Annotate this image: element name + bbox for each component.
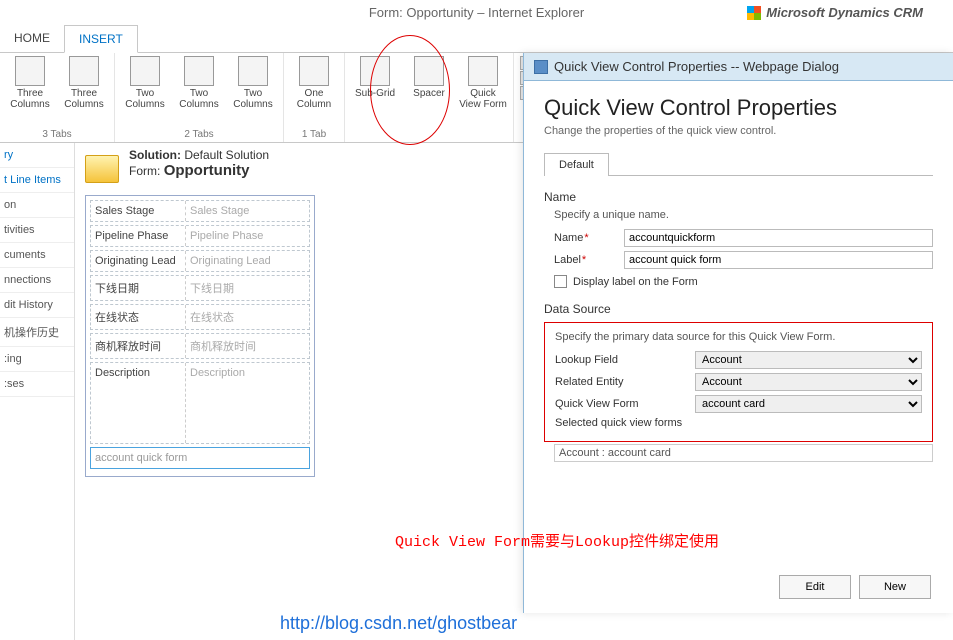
two-columns-button-2[interactable]: Two Columns — [175, 56, 223, 127]
name-helper: Specify a unique name. — [554, 209, 933, 221]
field-placeholder: Sales Stage — [186, 201, 309, 221]
nav-item[interactable]: dit History — [0, 293, 74, 318]
subgrid-button[interactable]: Sub-Grid — [351, 56, 399, 140]
datasource-box: Specify the primary data source for this… — [544, 322, 933, 442]
nav-item[interactable]: tivities — [0, 218, 74, 243]
ribbon-group-1tab: One Column 1 Tab — [284, 53, 345, 142]
two-cols-icon — [184, 56, 214, 86]
related-entity-select[interactable]: Account — [695, 373, 922, 391]
datasource-title: Data Source — [544, 302, 933, 316]
lookup-field-select[interactable]: Account — [695, 351, 922, 369]
annotation-red: Quick View Form需要与Lookup控件绑定使用 — [395, 530, 719, 551]
window-title: Form: Opportunity – Internet Explorer — [369, 5, 584, 20]
dialog-heading: Quick View Control Properties — [544, 95, 933, 121]
spacer-icon — [414, 56, 444, 86]
quick-view-dialog: Quick View Control Properties -- Webpage… — [523, 53, 953, 613]
dialog-titlebar: Quick View Control Properties -- Webpage… — [524, 53, 953, 81]
one-col-icon — [299, 56, 329, 86]
name-input[interactable] — [624, 229, 933, 247]
field-placeholder: 商机释放时间 — [186, 334, 309, 358]
qvf-icon — [468, 56, 498, 86]
spacer-button[interactable]: Spacer — [405, 56, 453, 140]
field-placeholder: Description — [186, 363, 309, 443]
group-label: 3 Tabs — [6, 129, 108, 140]
ms-logo-icon — [747, 6, 761, 20]
group-label: 2 Tabs — [121, 129, 277, 140]
qvf-placeholder-row[interactable]: account quick form — [90, 447, 310, 469]
ie-icon — [534, 60, 548, 74]
titlebar: Form: Opportunity – Internet Explorer Mi… — [0, 0, 953, 25]
quick-view-form-button[interactable]: Quick View Form — [459, 56, 507, 140]
nav-item[interactable]: ry — [0, 143, 74, 168]
nav-item[interactable]: nnections — [0, 268, 74, 293]
field-label: Description — [91, 363, 186, 443]
form-field-row[interactable]: Sales StageSales Stage — [90, 200, 310, 222]
group-label: 1 Tab — [290, 129, 338, 140]
qvf-placeholder: account quick form — [91, 448, 309, 468]
display-label-checkbox[interactable]: Display label on the Form — [554, 275, 933, 288]
label-input[interactable] — [624, 251, 933, 269]
grid-icon — [360, 56, 390, 86]
form-field-row[interactable]: Originating LeadOriginating Lead — [90, 250, 310, 272]
two-cols-icon — [238, 56, 268, 86]
qvf-select[interactable]: account card — [695, 395, 922, 413]
field-placeholder: 在线状态 — [186, 305, 309, 329]
two-columns-button[interactable]: Two Columns — [121, 56, 169, 127]
form-field-row[interactable]: 在线状态在线状态 — [90, 304, 310, 330]
field-placeholder: 下线日期 — [186, 276, 309, 300]
field-label: Sales Stage — [91, 201, 186, 221]
nav-item[interactable]: :ing — [0, 347, 74, 372]
field-label: Pipeline Phase — [91, 226, 186, 246]
ribbon-group-controls: Sub-Grid Spacer Quick View Form — [345, 53, 514, 142]
field-label: 下线日期 — [91, 276, 186, 300]
tab-default[interactable]: Default — [544, 153, 609, 176]
field-placeholder: Originating Lead — [186, 251, 309, 271]
form-field-row[interactable]: 下线日期下线日期 — [90, 275, 310, 301]
field-label: 商机释放时间 — [91, 334, 186, 358]
form-field-row[interactable]: Pipeline PhasePipeline Phase — [90, 225, 310, 247]
two-columns-button-3[interactable]: Two Columns — [229, 56, 277, 127]
selected-qvf-list[interactable]: Account : account card — [554, 444, 933, 462]
three-cols-icon — [15, 56, 45, 86]
name-section-title: Name — [544, 190, 933, 204]
three-columns-button[interactable]: Three Columns — [6, 56, 54, 127]
nav-item[interactable]: t Line Items — [0, 168, 74, 193]
ds-helper: Specify the primary data source for this… — [555, 331, 922, 343]
dialog-subtext: Change the properties of the quick view … — [544, 125, 933, 137]
field-placeholder: Pipeline Phase — [186, 226, 309, 246]
checkbox-icon — [554, 275, 567, 288]
ribbon-group-3tabs: Three Columns Three Columns 3 Tabs — [0, 53, 115, 142]
ribbon-group-2tabs: Two Columns Two Columns Two Columns 2 Ta… — [115, 53, 284, 142]
form-field-row[interactable]: 商机释放时间商机释放时间 — [90, 333, 310, 359]
three-cols-icon — [69, 56, 99, 86]
nav-item[interactable]: on — [0, 193, 74, 218]
edit-button[interactable]: Edit — [779, 575, 851, 599]
left-nav: ry t Line Items on tivities cuments nnec… — [0, 143, 75, 640]
form-field-row[interactable]: DescriptionDescription — [90, 362, 310, 444]
annotation-blue: http://blog.csdn.net/ghostbear — [280, 613, 517, 634]
field-label: 在线状态 — [91, 305, 186, 329]
menu-tabs: HOME INSERT — [0, 25, 953, 53]
one-column-button[interactable]: One Column — [290, 56, 338, 127]
tab-insert[interactable]: INSERT — [64, 25, 138, 53]
brand: Microsoft Dynamics CRM — [747, 5, 923, 20]
three-columns-button-2[interactable]: Three Columns — [60, 56, 108, 127]
two-cols-icon — [130, 56, 160, 86]
form-fields: Sales StageSales StagePipeline PhasePipe… — [85, 195, 315, 477]
folder-icon — [85, 155, 119, 183]
nav-item[interactable]: cuments — [0, 243, 74, 268]
nav-item[interactable]: 机操作历史 — [0, 318, 74, 347]
tab-home[interactable]: HOME — [0, 25, 64, 52]
new-button[interactable]: New — [859, 575, 931, 599]
nav-item[interactable]: :ses — [0, 372, 74, 397]
field-label: Originating Lead — [91, 251, 186, 271]
